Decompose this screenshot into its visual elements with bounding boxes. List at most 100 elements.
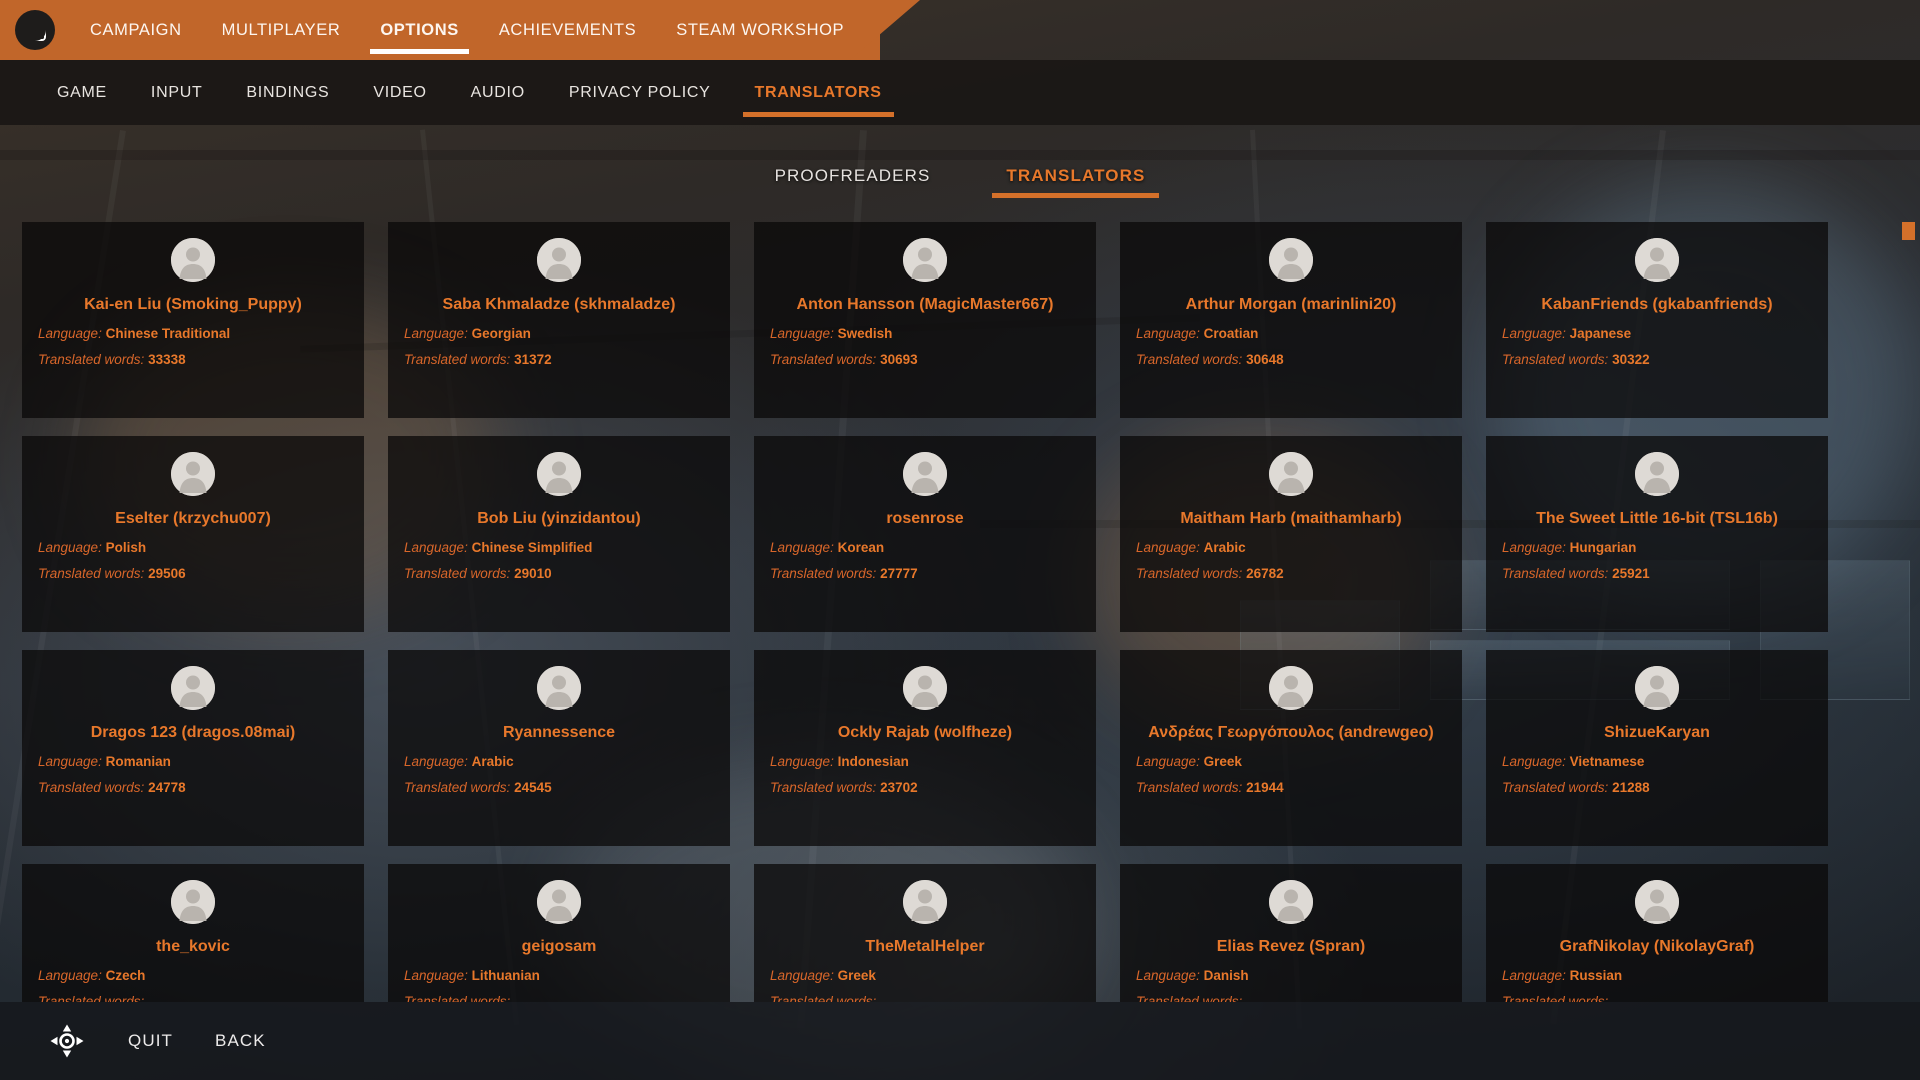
game-logo-icon[interactable] <box>15 10 55 50</box>
nav-item-label: STEAM WORKSHOP <box>676 20 845 39</box>
avatar-icon <box>1269 452 1313 496</box>
language-label: Language: <box>38 326 102 341</box>
translated-words-row: Translated words: <box>1132 994 1450 1002</box>
translator-card[interactable]: GrafNikolay (NikolayGraf) Language: Russi… <box>1486 864 1828 1002</box>
translated-words-label: Translated words: <box>1502 780 1609 795</box>
translator-card[interactable]: Ockly Rajab (wolfheze) Language: Indonesi… <box>754 650 1096 846</box>
back-button[interactable]: BACK <box>215 1031 266 1051</box>
tab-proofreaders[interactable]: PROOFREADERS <box>761 160 945 202</box>
language-value: Lithuanian <box>471 968 540 983</box>
translator-card[interactable]: the_kovic Language: Czech Translated words… <box>22 864 364 1002</box>
translator-card[interactable]: Dragos 123 (dragos.08mai) Language: Roman… <box>22 650 364 846</box>
language-label: Language: <box>1502 540 1566 555</box>
translator-card[interactable]: KabanFriends (gkabanfriends) Language: Ja… <box>1486 222 1828 418</box>
translated-words-label: Translated words: <box>1136 780 1243 795</box>
translator-name: Ανδρέας Γεωργόπουλος (andrewgeo) <box>1148 724 1434 741</box>
translated-words-row: Translated words: 25921 <box>1498 566 1816 581</box>
subnav-item-input[interactable]: INPUT <box>129 60 225 125</box>
translator-card[interactable]: rosenrose Language: Korean Translated word… <box>754 436 1096 632</box>
language-label: Language: <box>770 754 834 769</box>
subnav-item-label: VIDEO <box>373 83 427 101</box>
translated-words-row: Translated words: 24778 <box>34 780 352 795</box>
translated-words-row: Translated words: 29010 <box>400 566 718 581</box>
translator-card[interactable]: Eselter (krzychu007) Language: Polish Tran… <box>22 436 364 632</box>
avatar-icon <box>903 452 947 496</box>
translator-card[interactable]: ShizueKaryan Language: Vietnamese Translat… <box>1486 650 1828 846</box>
avatar-icon <box>537 880 581 924</box>
translator-language-row: Language: Polish <box>34 540 352 555</box>
main-navbar: CAMPAIGN MULTIPLAYER OPTIONS ACHIEVEMENT… <box>0 0 1920 60</box>
language-label: Language: <box>770 326 834 341</box>
language-label: Language: <box>1136 540 1200 555</box>
translator-name: Maitham Harb (maithamharb) <box>1180 510 1402 527</box>
translator-name: Saba Khmaladze (skhmaladze) <box>442 296 676 313</box>
subnav-item-game[interactable]: GAME <box>35 60 129 125</box>
avatar-icon <box>1635 880 1679 924</box>
translator-card[interactable]: The Sweet Little 16-bit (TSL16b) Language… <box>1486 436 1828 632</box>
avatar-icon <box>1635 666 1679 710</box>
grid-scrollbar[interactable] <box>1902 222 1915 1002</box>
translated-words-row: Translated words: 29506 <box>34 566 352 581</box>
translated-words-value: 24545 <box>514 780 552 795</box>
subnav-item-audio[interactable]: AUDIO <box>449 60 547 125</box>
translator-card[interactable]: Bob Liu (yinzidantou) Language: Chinese S… <box>388 436 730 632</box>
subnav-item-label: BINDINGS <box>246 83 330 101</box>
translated-words-row: Translated words: 21944 <box>1132 780 1450 795</box>
nav-item-achievements[interactable]: ACHIEVEMENTS <box>479 0 656 60</box>
nav-item-campaign[interactable]: CAMPAIGN <box>70 0 202 60</box>
language-value: Greek <box>837 968 876 983</box>
subnav-item-label: GAME <box>57 83 107 101</box>
nav-item-multiplayer[interactable]: MULTIPLAYER <box>202 0 361 60</box>
translated-words-label: Translated words: <box>38 994 145 1002</box>
subnav-item-video[interactable]: VIDEO <box>351 60 448 125</box>
translator-name: TheMetalHelper <box>865 938 985 955</box>
translators-grid: Kai-en Liu (Smoking_Puppy) Language: Chin… <box>22 222 1872 1002</box>
tab-translators[interactable]: TRANSLATORS <box>992 160 1160 202</box>
translated-words-label: Translated words: <box>770 994 877 1002</box>
avatar-icon <box>1269 880 1313 924</box>
avatar-icon <box>537 452 581 496</box>
translator-language-row: Language: Romanian <box>34 754 352 769</box>
translator-card[interactable]: Kai-en Liu (Smoking_Puppy) Language: Chin… <box>22 222 364 418</box>
subnav-item-privacy-policy[interactable]: PRIVACY POLICY <box>547 60 733 125</box>
translator-card[interactable]: Anton Hansson (MagicMaster667) Language: … <box>754 222 1096 418</box>
nav-item-options[interactable]: OPTIONS <box>360 0 478 60</box>
translator-card[interactable]: Arthur Morgan (marinlini20) Language: Cro… <box>1120 222 1462 418</box>
translated-words-label: Translated words: <box>38 566 145 581</box>
subnav-item-translators[interactable]: TRANSLATORS <box>733 60 904 125</box>
translator-card[interactable]: TheMetalHelper Language: Greek Translated … <box>754 864 1096 1002</box>
translated-words-label: Translated words: <box>1136 352 1243 367</box>
language-label: Language: <box>1136 754 1200 769</box>
translated-words-row: Translated words: <box>400 994 718 1002</box>
translator-language-row: Language: Vietnamese <box>1498 754 1816 769</box>
subnav-item-label: INPUT <box>150 83 203 101</box>
translated-words-value: 31372 <box>514 352 552 367</box>
translator-card[interactable]: Ryannessence Language: Arabic Translated w… <box>388 650 730 846</box>
language-value: Greek <box>1203 754 1242 769</box>
translator-card[interactable]: geigosam Language: Lithuanian Translated w… <box>388 864 730 1002</box>
translator-card[interactable]: Elias Revez (Spran) Language: Danish Trans… <box>1120 864 1462 1002</box>
avatar-icon <box>1269 666 1313 710</box>
translator-card[interactable]: Saba Khmaladze (skhmaladze) Language: Geo… <box>388 222 730 418</box>
translator-card[interactable]: Maitham Harb (maithamharb) Language: Arab… <box>1120 436 1462 632</box>
translator-language-row: Language: Arabic <box>400 754 718 769</box>
translated-words-label: Translated words: <box>1502 994 1609 1002</box>
nav-item-steam-workshop[interactable]: STEAM WORKSHOP <box>656 0 864 60</box>
translated-words-label: Translated words: <box>1136 566 1243 581</box>
subnav-item-bindings[interactable]: BINDINGS <box>224 60 351 125</box>
avatar-icon <box>903 666 947 710</box>
language-value: Russian <box>1569 968 1623 983</box>
translator-card[interactable]: Ανδρέας Γεωργόπουλος (andrewgeo) Language… <box>1120 650 1462 846</box>
translator-name: Ryannessence <box>502 724 616 741</box>
translated-words-label: Translated words: <box>404 994 511 1002</box>
translator-language-row: Language: Hungarian <box>1498 540 1816 555</box>
options-subnav-items: GAME INPUT BINDINGS VIDEO AUDIO PRIVACY … <box>35 60 904 125</box>
grid-scrollbar-thumb[interactable] <box>1902 222 1915 240</box>
language-value: Danish <box>1203 968 1249 983</box>
dpad-navigate-icon[interactable] <box>48 1022 86 1060</box>
language-value: Arabic <box>471 754 514 769</box>
quit-button[interactable]: QUIT <box>128 1031 173 1051</box>
translator-language-row: Language: Chinese Traditional <box>34 326 352 341</box>
translated-words-label: Translated words: <box>770 352 877 367</box>
language-value: Arabic <box>1203 540 1246 555</box>
